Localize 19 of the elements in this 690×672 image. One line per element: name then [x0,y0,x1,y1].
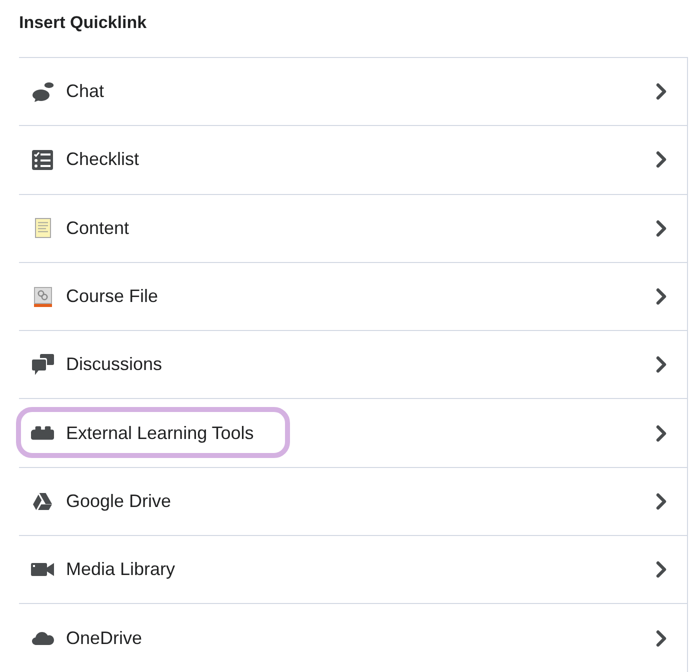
chevron-right-icon [656,356,667,374]
cloud-icon [32,632,54,645]
chevron-right-icon [656,151,667,168]
speech-bubbles-icon [32,354,54,376]
brick-icon [31,426,54,440]
chevron-right-icon [656,561,667,578]
chevron-right-icon [656,630,667,647]
chevron-right-icon [656,83,667,100]
chat-bubbles-icon [32,82,54,102]
checklist-icon [32,150,53,170]
chevron-right-icon [656,288,667,306]
chevron-right-icon [656,220,667,237]
document-icon [34,218,50,238]
triangle-icon [33,492,52,510]
linked-file-icon [34,286,52,307]
chevron-right-icon [656,492,667,510]
video-camera-icon [31,563,54,576]
panel-title: Insert Quicklink [19,12,147,34]
chevron-right-icon [656,424,667,442]
